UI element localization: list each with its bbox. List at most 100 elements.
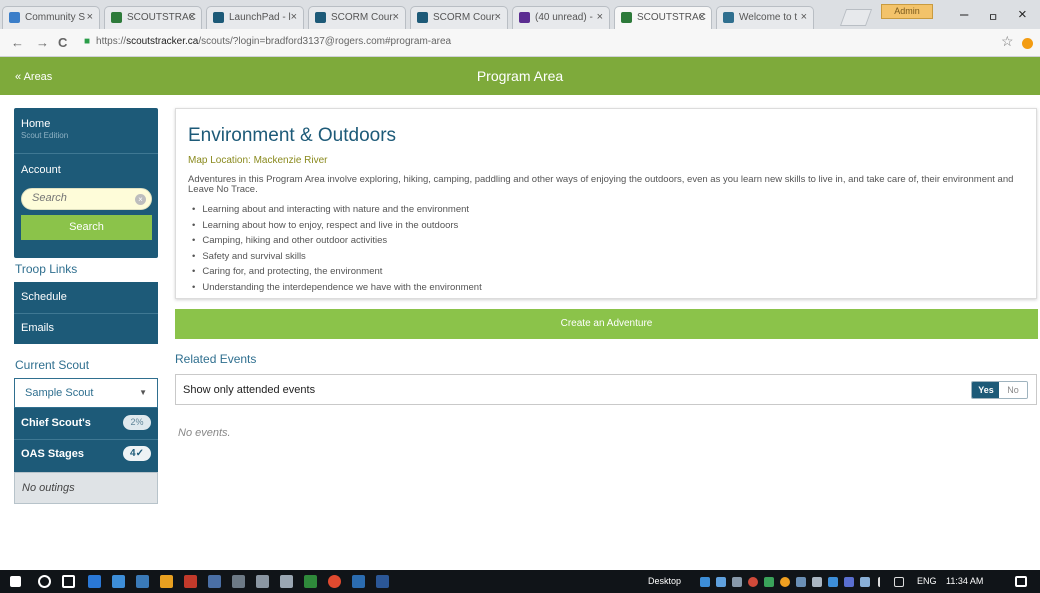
app-icon[interactable] [256,575,269,588]
app-icon[interactable] [184,575,197,588]
word-icon[interactable] [376,575,389,588]
chief-scout-progress-badge: 2% [123,415,151,430]
edge-browser-icon[interactable] [88,575,101,588]
app-icon[interactable] [352,575,365,588]
network-icon[interactable] [878,577,888,587]
file-explorer-icon[interactable] [160,575,173,588]
close-tab-icon[interactable]: × [291,11,297,23]
task-view-icon[interactable] [62,575,75,588]
close-window-icon[interactable]: × [1018,6,1027,23]
app-icon[interactable] [208,575,221,588]
divider [14,439,158,440]
chevron-down-icon: ▼ [139,388,147,397]
tray-app-icon[interactable] [700,577,710,587]
lock-icon: ■ [84,36,91,47]
tray-app-icon[interactable] [860,577,870,587]
scorm-favicon-icon [417,12,428,23]
action-center-icon[interactable] [1015,576,1027,587]
list-item: Caring for, and protecting, the environm… [192,264,482,280]
close-tab-icon[interactable]: × [189,11,195,23]
language-indicator[interactable]: ENG [917,576,937,586]
profile-button[interactable]: Admin [881,4,933,19]
attended-events-toggle[interactable]: Yes No [971,381,1028,399]
toggle-no-option[interactable]: No [999,382,1027,398]
extension-icon[interactable] [1022,38,1033,49]
tray-app-icon[interactable] [844,577,854,587]
tray-app-icon[interactable] [780,577,790,587]
clear-search-icon[interactable]: × [135,194,146,205]
browser-tab[interactable]: Welcome to t × [716,6,814,29]
sidebar-item-oas-stages[interactable]: OAS Stages [21,448,84,460]
volume-icon[interactable] [894,577,904,587]
windows-start-icon[interactable] [10,576,21,587]
app-icon[interactable] [232,575,245,588]
launchpad-favicon-icon [213,12,224,23]
divider [14,313,158,314]
divider [14,153,158,154]
sidebar-item-emails[interactable]: Emails [21,322,54,334]
tray-app-icon[interactable] [764,577,774,587]
scout-progress-menu: Chief Scout's 2% OAS Stages 4✓ [14,408,158,472]
list-item: Understanding the interdependence we hav… [192,280,481,296]
no-events-message: No events. [178,427,231,439]
oas-stages-badge: 4✓ [123,446,151,461]
close-tab-icon[interactable]: × [393,11,399,23]
tray-app-icon[interactable] [812,577,822,587]
app-icon[interactable] [280,575,293,588]
forward-icon[interactable]: → [36,35,49,50]
community-favicon-icon [9,12,20,23]
minimize-icon[interactable]: – [960,6,968,23]
program-area-title: Environment & Outdoors [188,125,397,146]
browser-tab[interactable]: SCORM Cour: × [410,6,508,29]
close-tab-icon[interactable]: × [87,11,93,23]
current-scout-heading: Current Scout [15,358,90,372]
browser-tab[interactable]: (40 unread) - × [512,6,610,29]
sidebar-item-home[interactable]: Home [21,118,50,130]
store-icon[interactable] [112,575,125,588]
tray-app-icon[interactable] [796,577,806,587]
map-location: Map Location: Mackenzie River [188,155,328,166]
program-area-bullets: Learning about and interacting with natu… [192,202,482,296]
reload-icon[interactable]: C [58,35,67,50]
list-item: Learning about how to enjoy, respect and… [192,218,482,234]
search-button[interactable]: Search [21,215,152,240]
program-area-description: Adventures in this Program Area involve … [188,174,1014,195]
back-icon[interactable]: ← [11,35,24,50]
toggle-yes-option[interactable]: Yes [972,382,1000,398]
page-title: Program Area [476,68,564,84]
chrome-icon[interactable] [328,575,341,588]
attended-events-filter: Show only attended events Yes No [175,374,1037,405]
tray-app-icon[interactable] [716,577,726,587]
tray-app-icon[interactable] [828,577,838,587]
calculator-icon[interactable] [136,575,149,588]
list-item: Learning about and interacting with natu… [192,202,482,218]
tray-app-icon[interactable] [732,577,742,587]
close-tab-icon[interactable]: × [495,11,501,23]
close-tab-icon[interactable]: × [801,11,807,23]
close-tab-icon[interactable]: × [597,11,603,23]
cortana-icon[interactable] [38,575,51,588]
close-tab-icon[interactable]: × [699,11,705,23]
browser-tab[interactable]: Community S × [2,6,100,29]
excel-icon[interactable] [304,575,317,588]
sidebar-item-account[interactable]: Account [21,164,61,176]
scorm-favicon-icon [315,12,326,23]
browser-tab[interactable]: SCORM Cour: × [308,6,406,29]
related-events-heading: Related Events [175,352,257,366]
maximize-icon[interactable]: ㅁ [988,9,998,25]
clock[interactable]: 11:34 AM [946,576,983,586]
tray-app-icon[interactable] [748,577,758,587]
browser-tab[interactable]: SCOUTSTRAC × [104,6,202,29]
sidebar-item-chief-scout[interactable]: Chief Scout's [21,417,91,429]
program-area-card: Environment & Outdoors Map Location: Mac… [175,108,1037,299]
url-input[interactable]: ■ https://scoutstracker.ca/scouts/?login=… [78,33,1008,53]
bookmark-star-icon[interactable]: ☆ [1001,33,1014,50]
browser-tab[interactable]: LaunchPad - l × [206,6,304,29]
desktop-toolbar-label[interactable]: Desktop [648,576,681,586]
sidebar-item-schedule[interactable]: Schedule [21,291,67,303]
current-scout-select[interactable]: Sample Scout ▼ [14,378,158,408]
create-adventure-button[interactable]: Create an Adventure [175,309,1038,339]
search-input[interactable] [32,192,132,204]
browser-tab-active[interactable]: SCOUTSTRAC × [614,6,712,30]
new-tab-button[interactable] [839,9,873,26]
